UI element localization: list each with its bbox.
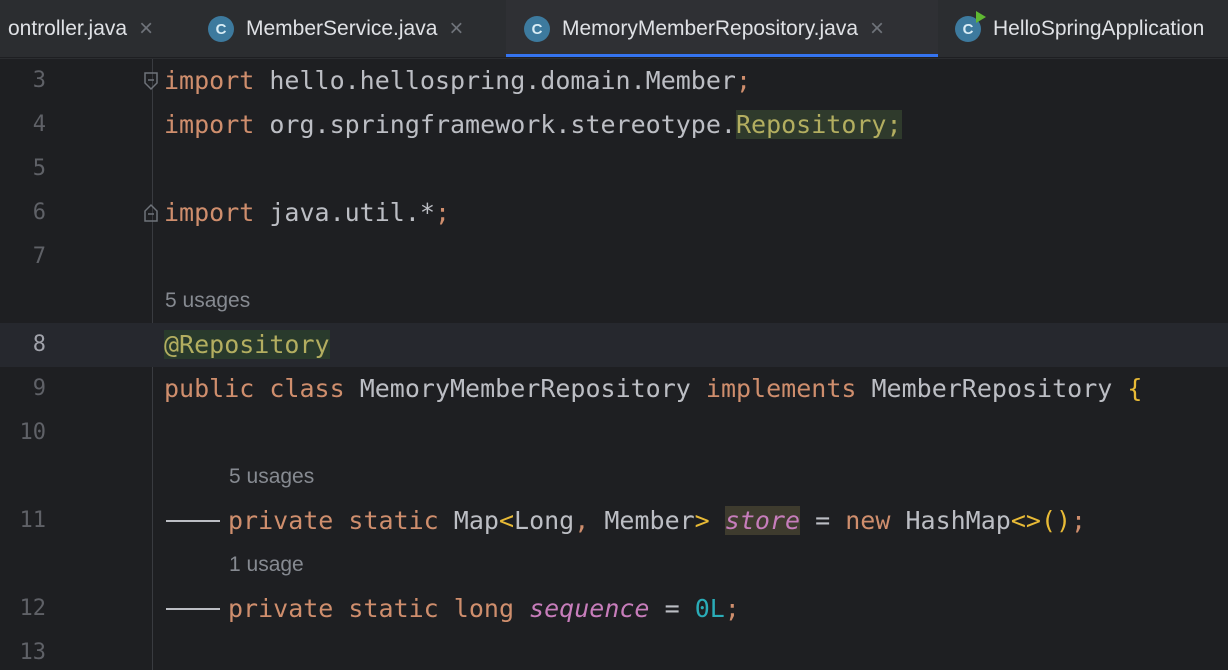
tab-label: MemberService.java xyxy=(246,17,438,40)
code-text: import org.springframework.stereotype.Re… xyxy=(164,110,902,139)
code-line[interactable]: 12 private static long sequence = 0L; xyxy=(0,587,1228,631)
code-line[interactable]: 6 import java.util.*; xyxy=(0,191,1228,235)
tab-member-service[interactable]: C MemberService.java × xyxy=(208,0,506,57)
indent-guide xyxy=(166,520,220,522)
usages-inlay-hint[interactable]: 5 usages xyxy=(229,455,314,499)
line-number: 6 xyxy=(32,200,46,225)
run-icon xyxy=(976,11,986,23)
code-line[interactable]: 9 public class MemoryMemberRepository im… xyxy=(0,367,1228,411)
usages-inlay-hint[interactable]: 5 usages xyxy=(165,279,250,323)
code-text: public class MemoryMemberRepository impl… xyxy=(164,374,1143,403)
editor-tab-bar: ontroller.java × C MemberService.java × … xyxy=(0,0,1228,58)
code-text: import hello.hellospring.domain.Member; xyxy=(164,66,752,95)
code-text: private static Map<Long, Member> store =… xyxy=(228,506,1087,535)
close-icon[interactable]: × xyxy=(870,17,884,41)
line-number: 11 xyxy=(19,508,47,533)
field: sequence xyxy=(529,594,650,623)
code-line[interactable]: 3 import hello.hellospring.domain.Member… xyxy=(0,59,1228,103)
tab-controller[interactable]: ontroller.java × xyxy=(8,0,198,57)
annotation: @Repository xyxy=(164,330,330,359)
close-icon[interactable]: × xyxy=(449,17,463,41)
code-line[interactable]: 7 xyxy=(0,235,1228,279)
close-icon[interactable]: × xyxy=(139,17,153,41)
tab-label: HelloSpringApplication xyxy=(993,17,1205,40)
code-editor[interactable]: 3 import hello.hellospring.domain.Member… xyxy=(0,59,1228,670)
line-number: 4 xyxy=(32,112,46,137)
code-line-current[interactable]: 8 @Repository xyxy=(0,323,1228,367)
highlighted-field: store xyxy=(724,506,801,535)
line-number: 7 xyxy=(32,244,46,269)
code-line[interactable]: 11 private static Map<Long, Member> stor… xyxy=(0,499,1228,543)
fold-open-icon[interactable] xyxy=(143,71,159,91)
java-class-runnable-icon: C xyxy=(955,11,986,42)
highlighted-symbol: Repository xyxy=(735,110,887,139)
code-text: import java.util.*; xyxy=(164,198,451,227)
code-line[interactable]: 5 xyxy=(0,147,1228,191)
code-text: @Repository xyxy=(164,323,330,367)
java-class-icon: C xyxy=(208,16,234,42)
line-number: 8 xyxy=(32,332,46,357)
line-number: 5 xyxy=(32,156,46,181)
line-number: 3 xyxy=(32,68,46,93)
tab-memory-member-repository[interactable]: C MemoryMemberRepository.java × xyxy=(506,0,938,57)
tab-label: MemoryMemberRepository.java xyxy=(562,17,859,40)
code-text: private static long sequence = 0L; xyxy=(228,594,740,623)
code-line[interactable]: 13 xyxy=(0,631,1228,670)
code-line[interactable]: 10 xyxy=(0,411,1228,455)
line-number: 13 xyxy=(19,640,47,665)
line-number: 12 xyxy=(19,596,47,621)
code-line[interactable]: 4 import org.springframework.stereotype.… xyxy=(0,103,1228,147)
fold-close-icon[interactable] xyxy=(143,203,159,223)
indent-guide xyxy=(166,608,220,610)
line-number: 9 xyxy=(32,376,46,401)
tab-hello-spring-application[interactable]: C HelloSpringApplication xyxy=(955,0,1228,57)
java-class-icon: C xyxy=(524,16,550,42)
icon-letter: C xyxy=(962,20,974,38)
line-number: 10 xyxy=(19,420,47,445)
usages-inlay-hint[interactable]: 1 usage xyxy=(229,543,304,587)
tab-label: ontroller.java xyxy=(8,17,128,40)
